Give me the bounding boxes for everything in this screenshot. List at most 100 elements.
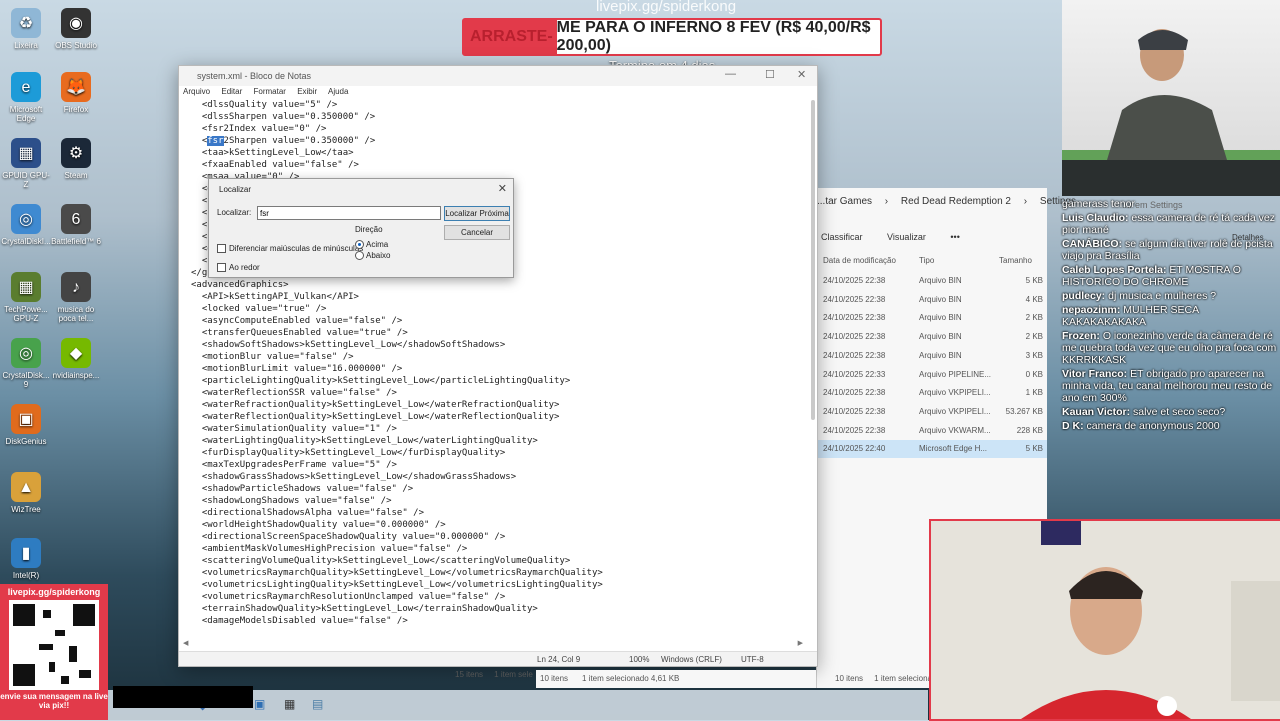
checkbox-box[interactable]	[217, 244, 226, 253]
text-line: <volumetricsRaymarchQuality>kSettingLeve…	[191, 568, 603, 578]
music-file-icon: ♪	[61, 272, 91, 302]
text-line: <directionalScreenSpaceShadowQuality val…	[191, 532, 506, 542]
chat-username: nepaozinm:	[1062, 304, 1121, 316]
desktop-icon[interactable]: 6 Battlefield™ 6	[50, 204, 102, 246]
desktop-icon[interactable]: ⚙ Steam	[50, 138, 102, 180]
chat-username: pudlecy:	[1062, 290, 1106, 302]
menu-formatar[interactable]: Formatar	[254, 87, 286, 96]
file-row[interactable]: 24/10/2025 22:38 Arquivo VKPIPELI... 1 KB	[817, 384, 1047, 402]
view-button[interactable]: Visualizar	[887, 232, 926, 242]
desktop-icon[interactable]: ▲ WizTree	[0, 472, 52, 514]
text-line: <fxaaEnabled value="false" />	[191, 160, 359, 170]
breadcrumb-separator: ›	[1023, 196, 1028, 207]
file-row[interactable]: 24/10/2025 22:38 Arquivo BIN 2 KB	[817, 309, 1047, 327]
text-line: <shadowSoftShadows>kSettingLevel_Low</sh…	[191, 340, 506, 350]
desktop-icon[interactable]: ◎ CrystalDiskI...	[0, 204, 52, 246]
text-segment: 2Sharpen value="0.350000" />	[223, 136, 376, 146]
crystaldisk-icon: ◎	[11, 338, 41, 368]
column-header-date[interactable]: Data de modificação	[823, 256, 896, 265]
file-row[interactable]: 24/10/2025 22:38 Arquivo BIN 3 KB	[817, 347, 1047, 365]
file-type: Arquivo VKPIPELI...	[919, 388, 991, 398]
direction-down-radio[interactable]: Abaixo	[355, 251, 390, 260]
horizontal-scrollbar[interactable]: ◀ ▶	[183, 639, 803, 650]
file-size: 5 KB	[1025, 444, 1043, 454]
text-line: <waterRefractionQuality>kSettingLevel_Lo…	[191, 400, 560, 410]
desktop-icon[interactable]: ◎ CrystalDisk... 9	[0, 338, 52, 389]
radio-unselected-icon[interactable]	[355, 251, 364, 260]
menu-arquivo[interactable]: Arquivo	[183, 87, 210, 96]
direction-up-radio[interactable]: Acima	[355, 240, 388, 249]
breadcrumb-item[interactable]: Red Dead Redemption 2	[901, 196, 1011, 207]
file-row[interactable]: 24/10/2025 22:33 Arquivo PIPELINE... 0 KB	[817, 366, 1047, 384]
maximize-icon[interactable]: ☐	[765, 68, 775, 81]
scroll-left-icon[interactable]: ◀	[183, 639, 188, 647]
chat-message: Kauan Victor: salve et seco seco?	[1062, 406, 1280, 418]
text-line: <waterReflectionQuality>kSettingLevel_Lo…	[191, 412, 560, 422]
desktop-icon[interactable]: ▮ Intel(R)	[0, 538, 52, 580]
text-line: <damageModelsDisabled value="false" />	[191, 616, 408, 626]
find-dialog[interactable]: Localizar ✕ Localizar: Localizar Próxima…	[208, 178, 514, 278]
file-size: 228 KB	[1016, 425, 1043, 435]
file-row[interactable]: 24/10/2025 22:38 Arquivo BIN 5 KB	[817, 272, 1047, 290]
crystaldisk-icon: ◎	[11, 204, 41, 234]
notepad-titlebar[interactable]: system.xml - Bloco de Notas — ☐ ✕	[179, 66, 817, 86]
desktop-icon[interactable]: ▣ DiskGenius	[0, 404, 52, 446]
menu-exibir[interactable]: Exibir	[297, 87, 317, 96]
window-title: system.xml - Bloco de Notas	[197, 71, 312, 81]
notepad-window[interactable]: system.xml - Bloco de Notas — ☐ ✕ Arquiv…	[178, 65, 818, 667]
menu-editar[interactable]: Editar	[221, 87, 242, 96]
desktop-icon[interactable]: ▦ GPUID GPU-Z	[0, 138, 52, 189]
column-header-size[interactable]: Tamanho	[999, 256, 1032, 265]
app-taskbar-icon[interactable]: ▦	[284, 697, 295, 711]
file-row[interactable]: 24/10/2025 22:38 Arquivo BIN 4 KB	[817, 291, 1047, 309]
vertical-scrollbar[interactable]	[811, 100, 815, 420]
text-line: <transferQueuesEnabled value="true" />	[191, 328, 408, 338]
close-icon[interactable]: ✕	[498, 182, 507, 195]
more-options-button[interactable]: •••	[950, 232, 959, 242]
direction-label: Direção	[355, 225, 383, 234]
breadcrumb: ...tar Games › Red Dead Redemption 2 › S…	[817, 196, 1076, 207]
close-icon[interactable]: ✕	[797, 68, 806, 81]
line-ending: Windows (CRLF)	[661, 655, 722, 664]
find-input[interactable]	[257, 206, 441, 220]
file-row[interactable]: 24/10/2025 22:38 Arquivo VKPIPELI... 53.26…	[817, 403, 1047, 421]
match-case-checkbox[interactable]: Diferenciar maiúsculas de minúsculas	[217, 244, 363, 253]
item-count-overlay: 10 itens	[540, 674, 569, 683]
menu-ajuda[interactable]: Ajuda	[328, 87, 348, 96]
column-header-type[interactable]: Tipo	[919, 256, 934, 265]
wrap-around-checkbox[interactable]: Ao redor	[217, 263, 260, 272]
file-type: Arquivo BIN	[919, 294, 962, 304]
desktop-icon[interactable]: ♪ musica do poca tel...	[50, 272, 102, 323]
cancel-button[interactable]: Cancelar	[444, 225, 510, 240]
breadcrumb-item[interactable]: ...tar Games	[817, 196, 872, 207]
file-type: Arquivo BIN	[919, 276, 962, 285]
notepad-taskbar-icon[interactable]: ▤	[312, 697, 323, 711]
text-line: <advancedGraphics>	[191, 280, 289, 290]
scroll-right-icon[interactable]: ▶	[798, 639, 803, 647]
wiztree-icon: ▲	[11, 472, 41, 502]
explorer-taskbar-icon[interactable]: ▣	[254, 697, 265, 711]
desktop-icon-label: musica do poca tel...	[57, 305, 95, 323]
find-next-button[interactable]: Localizar Próxima	[444, 206, 510, 221]
text-line: <waterLightingQuality>kSettingLevel_Low<…	[191, 436, 538, 446]
chat-message: nepaozinm: MULHER SECA KAKAKAKAKAKA	[1062, 304, 1280, 328]
desktop-icon-label: CrystalDiskI...	[1, 237, 51, 246]
file-size: 53.267 KB	[1005, 406, 1043, 416]
minimize-icon[interactable]: —	[725, 68, 736, 80]
desktop-icon[interactable]: ♻ Lixeira	[0, 8, 52, 50]
desktop-icon[interactable]: e Microsoft Edge	[0, 72, 52, 123]
file-type: Arquivo PIPELINE...	[919, 369, 992, 379]
checkbox-box[interactable]	[217, 263, 226, 272]
text-line: <asyncComputeEnabled value="false" />	[191, 316, 403, 326]
desktop-icon[interactable]: 🦊 Firefox	[50, 72, 102, 114]
qr-url: livepix.gg/spiderkong	[7, 587, 101, 597]
file-row[interactable]: 24/10/2025 22:40 Microsoft Edge H... 5 KB	[817, 440, 1047, 459]
file-row[interactable]: 24/10/2025 22:38 Arquivo BIN 2 KB	[817, 328, 1047, 346]
radio-selected-icon[interactable]	[355, 240, 364, 249]
file-row[interactable]: 24/10/2025 22:38 Arquivo VKWARM... 228 KB	[817, 422, 1047, 440]
desktop-icon[interactable]: ▦ TechPowe... GPU-Z	[0, 272, 52, 323]
desktop-icon[interactable]: ◉ OBS Studio	[50, 8, 102, 50]
desktop-icon[interactable]: ◆ nvidiainspe...	[50, 338, 102, 380]
sort-button[interactable]: Classificar	[821, 232, 863, 242]
breadcrumb-separator: ›	[884, 196, 889, 207]
